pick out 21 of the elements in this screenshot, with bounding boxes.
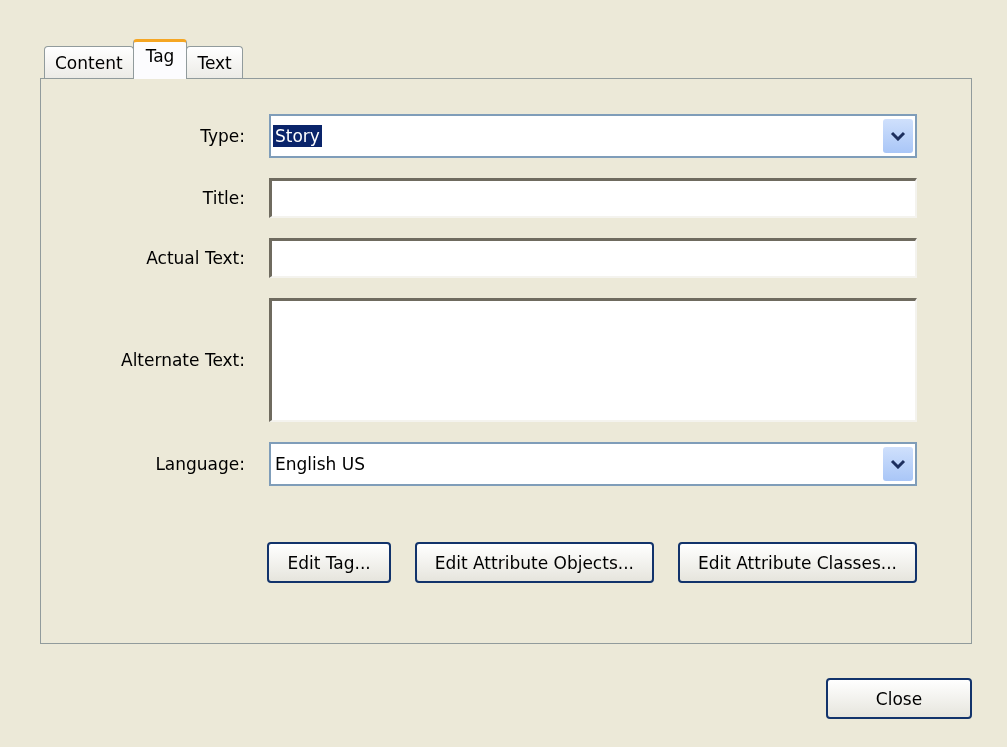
tab[interactable]: Tag	[132, 39, 188, 79]
field-label: Title:	[202, 188, 245, 208]
input-field[interactable]	[269, 238, 917, 278]
tab[interactable]: Text	[186, 46, 243, 78]
field-label: Actual Text:	[146, 248, 245, 268]
dropdown-value: Story	[273, 125, 322, 147]
close-button[interactable]: Close	[826, 678, 972, 719]
edit-button[interactable]: Edit Attribute Objects...	[414, 542, 654, 583]
text-area[interactable]	[269, 298, 917, 422]
tab[interactable]: Content	[44, 46, 134, 78]
dropdown[interactable]: English US	[269, 442, 917, 486]
input-field[interactable]	[269, 178, 917, 218]
chevron-down-icon[interactable]	[883, 119, 913, 153]
field-label: Language:	[155, 454, 245, 474]
dropdown-value: English US	[274, 453, 367, 475]
edit-button[interactable]: Edit Attribute Classes...	[677, 542, 917, 583]
field-label: Alternate Text:	[121, 350, 245, 370]
edit-button[interactable]: Edit Tag...	[267, 542, 391, 583]
dropdown[interactable]: Story	[269, 114, 917, 158]
chevron-down-icon[interactable]	[883, 447, 913, 481]
field-label: Type:	[200, 126, 245, 146]
